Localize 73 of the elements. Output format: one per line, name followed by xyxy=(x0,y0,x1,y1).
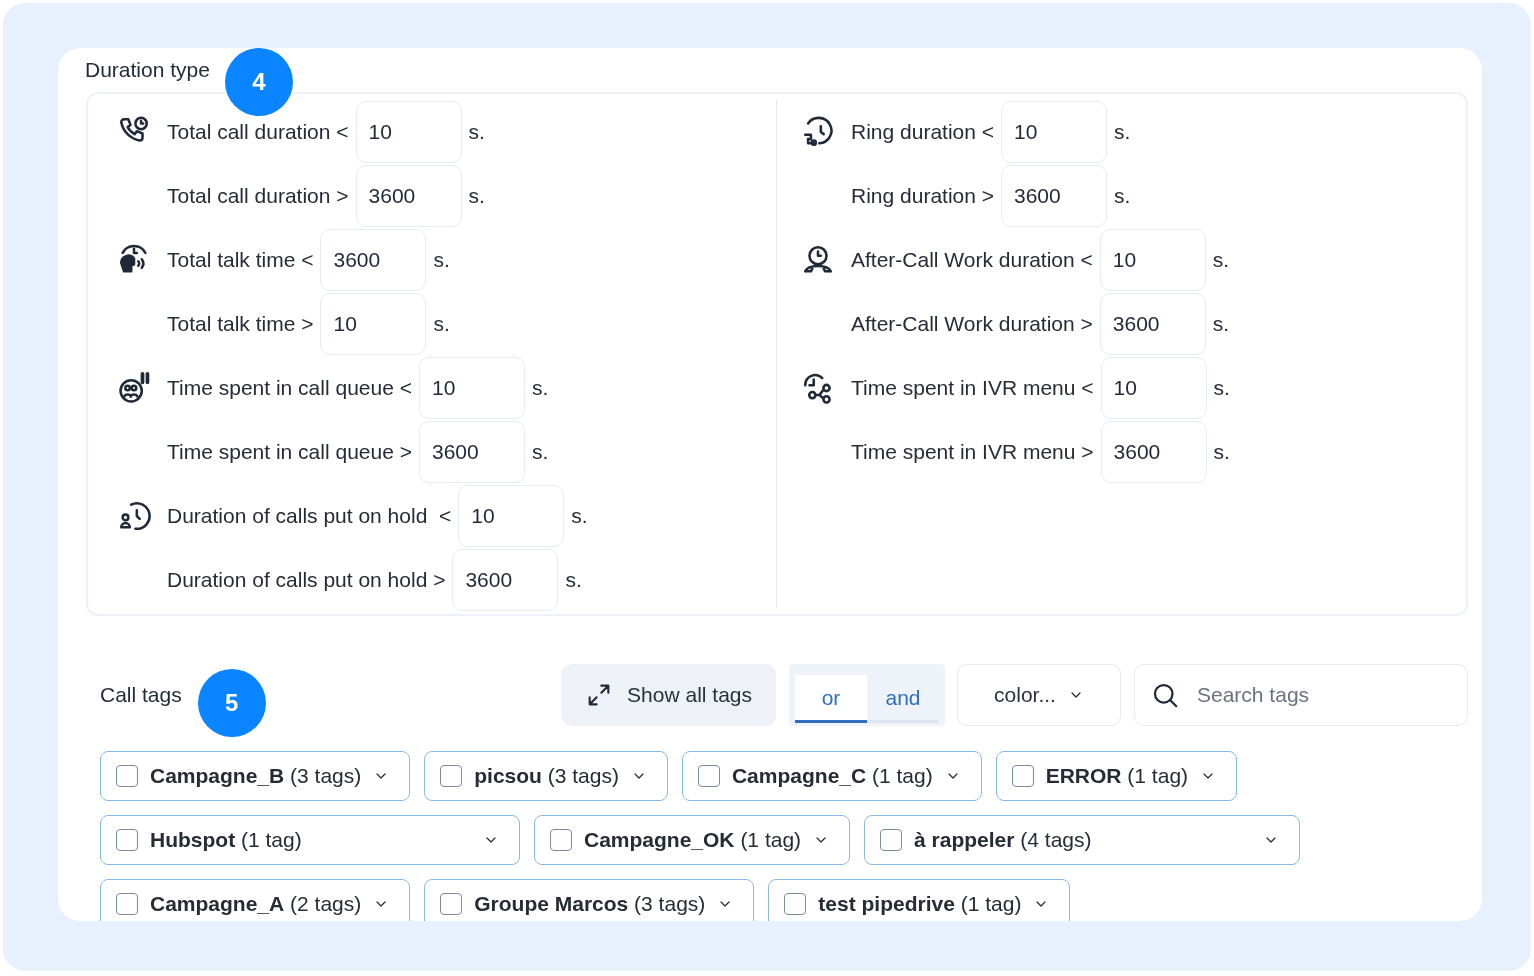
logic-option[interactable]: or xyxy=(795,675,867,723)
logic-option[interactable]: and xyxy=(867,675,939,723)
tag-dropdown[interactable]: Hubspot (1 tag) xyxy=(100,815,520,865)
people-pause-icon xyxy=(117,371,151,405)
number-field[interactable]: 3600 xyxy=(452,549,559,611)
checkbox[interactable] xyxy=(1011,765,1034,787)
unit-label: s. xyxy=(1212,312,1230,336)
unit-label: s. xyxy=(531,440,549,464)
unit-label: s. xyxy=(1212,248,1230,272)
checkbox[interactable] xyxy=(550,829,572,851)
number-field[interactable]: 3600 xyxy=(355,165,462,227)
field-label: Duration of calls put on hold < xyxy=(167,504,452,528)
field-label: Total talk time > xyxy=(167,312,314,336)
person-clock-icon xyxy=(117,499,151,533)
field-label: After-Call Work duration > xyxy=(851,312,1093,336)
number-field[interactable]: 10 xyxy=(355,101,462,163)
checkbox[interactable] xyxy=(784,893,807,915)
field-label: Total talk time < xyxy=(167,248,314,272)
unit-label: s. xyxy=(571,504,588,528)
search-field[interactable]: Search tags xyxy=(1134,664,1468,726)
checkbox[interactable] xyxy=(440,765,463,787)
number-field[interactable]: 10 xyxy=(1100,357,1207,419)
unit-label: s. xyxy=(468,184,485,208)
field-label: After-Call Work duration < xyxy=(851,248,1093,272)
checkbox[interactable] xyxy=(697,765,720,787)
tag-dropdown[interactable]: ERROR (1 tag) xyxy=(995,751,1238,801)
unit-label: s. xyxy=(433,312,450,336)
step-badge: 4 xyxy=(224,48,293,116)
number-field[interactable]: 10 xyxy=(458,485,565,547)
number-field[interactable]: 3600 xyxy=(320,229,427,291)
field-label: Ring duration < xyxy=(851,120,994,144)
field-label: Total call duration > xyxy=(167,184,349,208)
number-field[interactable]: 10 xyxy=(1099,229,1206,291)
field-label: Duration of calls put on hold > xyxy=(167,568,446,592)
unit-label: s. xyxy=(1213,376,1230,400)
number-field[interactable]: 3600 xyxy=(418,421,525,483)
tag-dropdown[interactable]: Groupe Marcos (3 tags) xyxy=(424,879,755,921)
color-dropdown[interactable]: color... xyxy=(957,664,1121,726)
unit-label: s. xyxy=(1114,120,1131,144)
unit-label: s. xyxy=(565,568,582,592)
number-field[interactable]: 10 xyxy=(418,357,525,419)
field-label: Time spent in IVR menu < xyxy=(851,376,1094,400)
number-field[interactable]: 3600 xyxy=(1099,293,1206,355)
field-label: Total call duration < xyxy=(167,120,349,144)
number-field[interactable]: 3600 xyxy=(1001,165,1107,227)
tag-dropdown[interactable]: Campagne_A (2 tags) xyxy=(100,879,411,921)
unit-label: s. xyxy=(468,120,485,144)
tag-dropdown[interactable]: Campagne_B (3 tags) xyxy=(100,751,411,801)
tag-dropdown[interactable]: test pipedrive (1 tag) xyxy=(768,879,1071,921)
field-label: Ring duration > xyxy=(851,184,994,208)
unit-label: s. xyxy=(1213,440,1230,464)
section-title: Call tags xyxy=(100,683,182,707)
tag-dropdown[interactable]: à rappeler (4 tags) xyxy=(864,815,1301,865)
number-field[interactable]: 10 xyxy=(1001,101,1107,163)
unit-label: s. xyxy=(1114,184,1131,208)
field-label: Time spent in call queue > xyxy=(167,440,412,464)
checkbox[interactable] xyxy=(440,893,463,915)
tag-dropdown[interactable]: Campagne_C (1 tag) xyxy=(681,751,982,801)
field-label: Time spent in IVR menu > xyxy=(851,440,1094,464)
tag-dropdown[interactable]: Campagne_OK (1 tag) xyxy=(534,815,851,865)
step-badge: 5 xyxy=(197,669,266,737)
tag-dropdown[interactable]: picsou (3 tags) xyxy=(424,751,668,801)
number-field[interactable]: 10 xyxy=(320,293,427,355)
field-label: Time spent in call queue < xyxy=(167,376,412,400)
section-title: Duration type xyxy=(85,58,210,82)
checkbox[interactable] xyxy=(880,829,903,851)
show-all-button[interactable]: Show all tags xyxy=(561,664,776,726)
checkbox[interactable] xyxy=(116,893,138,915)
checkbox[interactable] xyxy=(116,829,138,851)
unit-label: s. xyxy=(531,376,549,400)
checkbox[interactable] xyxy=(116,765,138,787)
number-field[interactable]: 3600 xyxy=(1100,421,1207,483)
unit-label: s. xyxy=(433,248,450,272)
